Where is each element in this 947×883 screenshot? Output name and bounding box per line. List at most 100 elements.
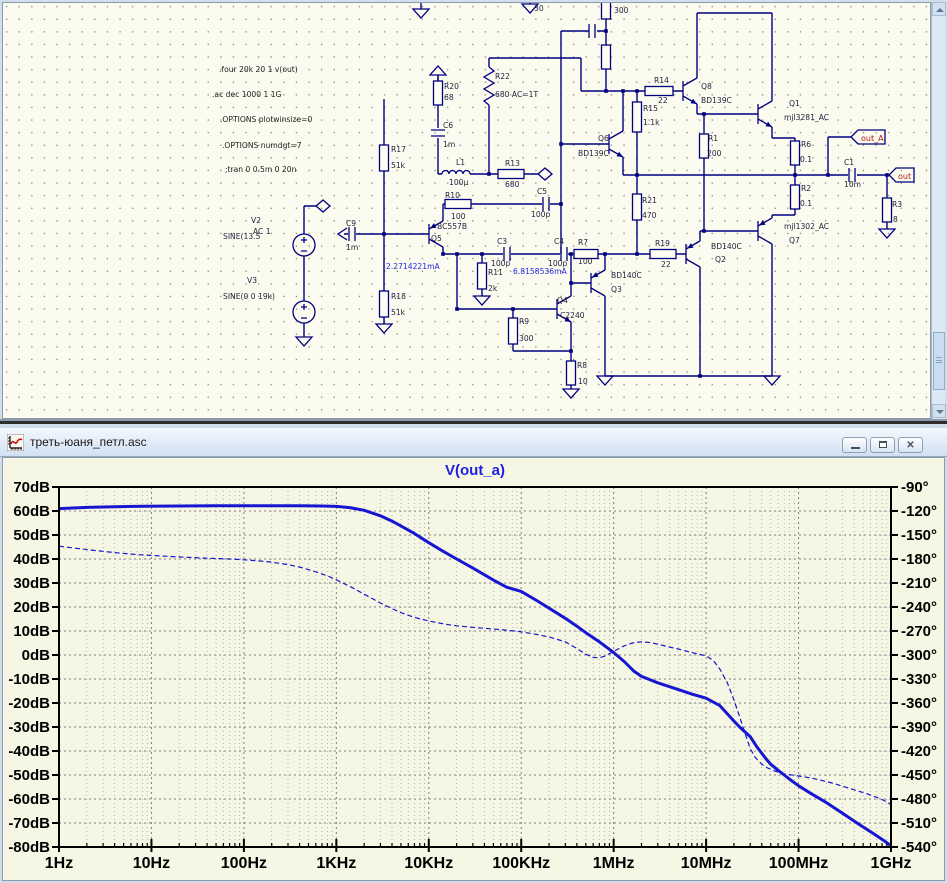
spice-directive[interactable]: .four 20k 20 1 v(out)	[219, 65, 298, 74]
component-label[interactable]: 51k	[391, 308, 406, 317]
component-label[interactable]: 22	[658, 96, 668, 105]
component-label[interactable]: C5	[537, 187, 547, 196]
spice-directive[interactable]: .OPTIONS numdgt=7	[222, 141, 302, 150]
component-label[interactable]: R21	[642, 196, 657, 205]
component-label[interactable]: R9	[519, 317, 529, 326]
ltspice-window: .four 20k 20 1 v(out) .ac dec 1000 1 1G .O…	[0, 0, 947, 883]
component-label[interactable]: 0.1	[800, 155, 812, 164]
component-label[interactable]: AC 1	[253, 227, 271, 236]
restore-button[interactable]	[870, 437, 895, 453]
component-label[interactable]: BD140C	[611, 271, 642, 280]
trace-title[interactable]: V(out_a)	[445, 462, 505, 479]
grip-icon	[936, 359, 942, 361]
component-label[interactable]: C6	[443, 121, 453, 130]
component-label[interactable]: 200	[707, 149, 722, 158]
component-label[interactable]: R11	[488, 268, 503, 277]
component-label[interactable]: 30	[534, 4, 544, 13]
pane-splitter-bar[interactable]	[0, 421, 947, 424]
component-label[interactable]: 10	[578, 377, 588, 386]
scrollbar-thumb[interactable]	[933, 332, 945, 390]
plot-ticks	[52, 486, 898, 852]
component-label[interactable]: R22	[495, 72, 510, 81]
chevron-down-icon	[936, 410, 944, 414]
component-label[interactable]: 300	[519, 334, 534, 343]
component-label[interactable]: 51k	[391, 161, 406, 170]
component-label[interactable]: 8	[893, 215, 898, 224]
spice-directive[interactable]: .OPTIONS plotwinsize=0	[220, 115, 313, 124]
component-label[interactable]: R19	[655, 239, 670, 248]
component-label[interactable]: 100p	[491, 259, 510, 268]
component-label[interactable]: 1.1k	[643, 118, 660, 127]
component-label[interactable]: R8	[577, 361, 587, 370]
component-label[interactable]: BD139C	[701, 96, 732, 105]
close-button[interactable]: ✕	[898, 437, 923, 453]
net-label[interactable]: out_A	[861, 134, 884, 143]
component-label[interactable]: R7	[578, 238, 588, 247]
component-label[interactable]: 22	[661, 260, 671, 269]
y-right-tick-label: -120°	[901, 503, 937, 520]
phase-trace[interactable]	[59, 545, 891, 806]
component-label[interactable]: R6	[801, 140, 811, 149]
component-label[interactable]: 100	[451, 212, 466, 221]
component-label[interactable]: 10m	[844, 180, 861, 189]
component-label[interactable]: 100µ	[449, 178, 468, 187]
component-label[interactable]: Q6	[598, 134, 609, 143]
component-label[interactable]: C4	[554, 237, 564, 246]
y-right-tick-label: -480°	[901, 791, 937, 808]
component-label[interactable]: 2k	[488, 284, 498, 293]
component-label[interactable]: C9	[346, 219, 356, 228]
component-label[interactable]: R14	[654, 76, 669, 85]
component-label[interactable]: R2	[801, 184, 811, 193]
gain-trace[interactable]	[59, 504, 891, 847]
component-label[interactable]: R1	[708, 134, 718, 143]
component-label[interactable]: V2	[251, 216, 261, 225]
component-label[interactable]: 680	[505, 180, 520, 189]
component-label[interactable]: 1m	[443, 140, 455, 149]
schematic-vertical-scrollbar[interactable]	[931, 2, 946, 419]
current-readout[interactable]: 2.2714221mA	[386, 262, 440, 271]
component-label[interactable]: Q4	[557, 296, 568, 305]
component-label[interactable]: mjl1302_AC	[784, 222, 829, 231]
component-label[interactable]: SINE(0 0 19k)	[223, 292, 275, 301]
component-label[interactable]: R20	[444, 82, 459, 91]
component-label[interactable]: R10	[445, 191, 460, 200]
component-label[interactable]: 68	[444, 93, 454, 102]
component-label[interactable]: BD139C	[578, 149, 609, 158]
component-label[interactable]: C2240	[560, 311, 585, 320]
net-label[interactable]: out	[898, 172, 911, 181]
component-label[interactable]: 470	[642, 211, 657, 220]
waveform-window-titlebar[interactable]: треть-юаня_петл.asc ✕	[0, 428, 947, 457]
scroll-up-button[interactable]	[932, 2, 946, 16]
component-label[interactable]: Q1	[789, 99, 800, 108]
minimize-button[interactable]	[842, 437, 867, 453]
component-label[interactable]: 680 AC=1T	[495, 90, 538, 99]
component-label[interactable]: BD140C	[711, 242, 742, 251]
spice-directive[interactable]: .ac dec 1000 1 1G	[212, 90, 282, 99]
component-label[interactable]: L1	[456, 158, 465, 167]
schematic-canvas[interactable]: .four 20k 20 1 v(out) .ac dec 1000 1 1G .O…	[2, 2, 931, 419]
plot-area[interactable]: 70dB 60dB 50dB 40dB 30dB 20dB 10dB 0dB -10dB -20d…	[2, 457, 945, 881]
component-label[interactable]: Q2	[715, 255, 726, 264]
component-label[interactable]: mjl3281_AC	[784, 113, 829, 122]
component-label[interactable]: V3	[247, 276, 257, 285]
component-label[interactable]: Q8	[701, 82, 712, 91]
component-label[interactable]: R17	[391, 145, 406, 154]
component-label[interactable]: C1	[844, 158, 854, 167]
component-label[interactable]: R15	[643, 104, 658, 113]
component-label[interactable]: 100p	[531, 210, 550, 219]
component-label[interactable]: 100	[578, 257, 593, 266]
current-readout[interactable]: 6.8158536mA	[513, 267, 567, 276]
component-label[interactable]: 0.1	[800, 199, 812, 208]
component-label[interactable]: R3	[892, 200, 902, 209]
component-label[interactable]: Q7	[789, 236, 800, 245]
component-label[interactable]: 1m	[346, 243, 358, 252]
component-label[interactable]: Q3	[611, 285, 622, 294]
scroll-down-button[interactable]	[932, 404, 946, 418]
component-label[interactable]: R18	[391, 292, 406, 301]
component-label[interactable]: R13	[505, 159, 520, 168]
component-label[interactable]: C3	[497, 237, 507, 246]
component-label[interactable]: 300	[614, 6, 629, 15]
component-label[interactable]: Q5	[431, 234, 442, 243]
component-label[interactable]: BC557B	[437, 222, 467, 231]
spice-directive[interactable]: ;tran 0 0.5m 0 20n	[225, 165, 297, 174]
